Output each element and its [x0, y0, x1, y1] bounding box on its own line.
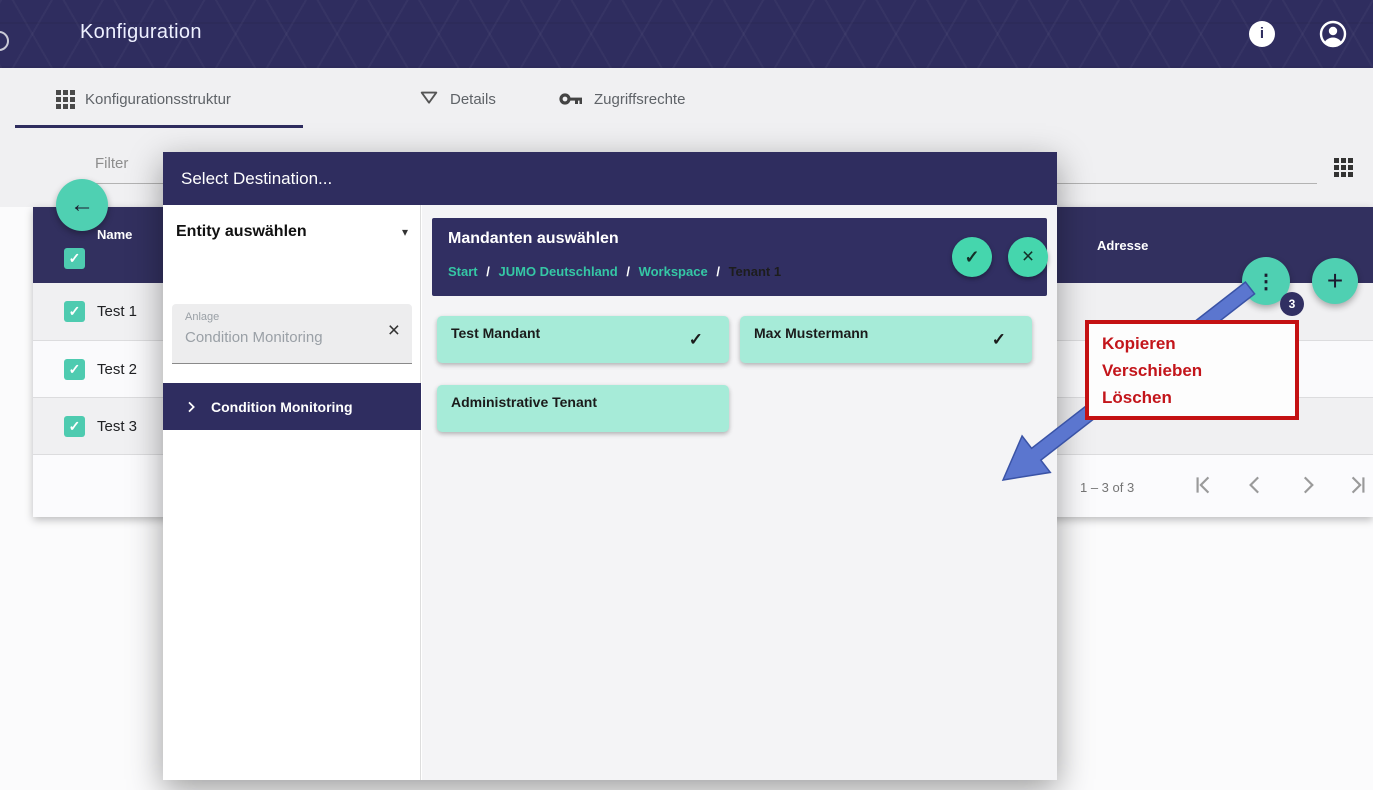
- breadcrumb-separator: /: [716, 264, 720, 279]
- breadcrumb-link-start[interactable]: Start: [448, 264, 478, 279]
- annotation-line: Kopieren: [1102, 330, 1295, 357]
- row-name: Test 3: [97, 418, 137, 435]
- arrow-left-icon: ←: [70, 191, 94, 219]
- row-name: Test 2: [97, 361, 137, 378]
- last-page-button[interactable]: [1345, 472, 1371, 498]
- clear-icon[interactable]: ×: [388, 320, 400, 341]
- cancel-button[interactable]: ×: [1008, 237, 1048, 277]
- tenant-panel: Mandanten auswählen Start / JUMO Deutsch…: [422, 205, 1057, 780]
- dialog-title: Select Destination...: [163, 152, 1057, 205]
- pagination-range: 1 – 3 of 3: [1080, 480, 1134, 495]
- tenant-chip-administrative-tenant[interactable]: Administrative Tenant: [437, 385, 729, 432]
- close-icon: ×: [1022, 245, 1034, 269]
- key-icon: [558, 88, 584, 110]
- anlage-field[interactable]: Anlage Condition Monitoring ×: [172, 304, 412, 364]
- tenant-chip-max-mustermann[interactable]: Max Mustermann ✓: [740, 316, 1032, 363]
- tab-zugriffsrechte[interactable]: Zugriffsrechte: [558, 68, 685, 130]
- annotation-line: Verschieben: [1102, 357, 1295, 384]
- account-icon[interactable]: [1318, 19, 1348, 49]
- select-all-checkbox[interactable]: ✓: [64, 248, 85, 269]
- breadcrumb-separator: /: [626, 264, 630, 279]
- more-vert-icon: ⋮: [1256, 269, 1276, 294]
- column-adresse: Adresse: [1097, 238, 1148, 253]
- row-checkbox[interactable]: ✓: [64, 359, 85, 380]
- tab-konfigurationsstruktur[interactable]: Konfigurationsstruktur: [56, 68, 231, 130]
- entity-panel: Entity auswählen ▾ Anlage Condition Moni…: [163, 205, 421, 780]
- grid-icon: [56, 90, 75, 109]
- next-page-button[interactable]: [1295, 472, 1321, 498]
- breadcrumb: Start / JUMO Deutschland / Workspace / T…: [448, 264, 781, 279]
- tab-label: Details: [450, 91, 496, 108]
- chip-label: Test Mandant: [451, 325, 540, 341]
- tenant-panel-header: Mandanten auswählen Start / JUMO Deutsch…: [432, 218, 1047, 296]
- check-icon: ✓: [964, 247, 979, 268]
- annotation-box: Kopieren Verschieben Löschen: [1085, 320, 1299, 420]
- row-checkbox[interactable]: ✓: [64, 301, 85, 322]
- tab-bar: Konfigurationsstruktur Details Zugriffsr…: [0, 68, 1373, 130]
- field-label: Anlage: [185, 311, 219, 323]
- funnel-icon: [418, 88, 440, 110]
- breadcrumb-link-workspace[interactable]: Workspace: [639, 264, 708, 279]
- tab-label: Konfigurationsstruktur: [85, 91, 231, 108]
- tenant-panel-title: Mandanten auswählen: [448, 230, 619, 248]
- tab-details[interactable]: Details: [418, 68, 496, 130]
- first-page-button[interactable]: [1190, 472, 1216, 498]
- row-name: Test 1: [97, 303, 137, 320]
- add-button[interactable]: +: [1312, 258, 1358, 304]
- page-title: Konfiguration: [80, 21, 202, 44]
- breadcrumb-separator: /: [486, 264, 490, 279]
- chip-check-icon: ✓: [689, 330, 703, 350]
- tenant-chip-test-mandant[interactable]: Test Mandant ✓: [437, 316, 729, 363]
- entity-select-label: Entity auswählen: [176, 223, 307, 241]
- entity-type-select[interactable]: Entity auswählen ▾: [176, 223, 408, 241]
- app-bar: Konfiguration i: [0, 0, 1373, 68]
- active-tab-underline: [15, 125, 303, 128]
- annotation-line: Löschen: [1102, 384, 1295, 411]
- info-icon[interactable]: i: [1249, 21, 1275, 47]
- selection-badge: 3: [1280, 292, 1304, 316]
- column-name: Name: [97, 227, 132, 242]
- filter-label: Filter: [95, 155, 128, 172]
- apps-grid-icon[interactable]: [1334, 158, 1353, 177]
- confirm-button[interactable]: ✓: [952, 237, 992, 277]
- row-checkbox[interactable]: ✓: [64, 416, 85, 437]
- chip-label: Max Mustermann: [754, 325, 868, 341]
- chip-check-icon: ✓: [992, 330, 1006, 350]
- breadcrumb-link-jumo-deutschland[interactable]: JUMO Deutschland: [499, 264, 618, 279]
- breadcrumb-current: Tenant 1: [729, 264, 782, 279]
- tab-label: Zugriffsrechte: [594, 91, 685, 108]
- field-value: Condition Monitoring: [185, 329, 323, 346]
- back-button[interactable]: ←: [56, 179, 108, 231]
- chevron-right-icon: [183, 399, 199, 415]
- tree-item-condition-monitoring[interactable]: Condition Monitoring: [163, 383, 421, 430]
- prev-page-button[interactable]: [1243, 472, 1269, 498]
- caret-down-icon: ▾: [402, 225, 408, 239]
- chip-label: Administrative Tenant: [451, 394, 597, 410]
- select-destination-dialog: Select Destination... Entity auswählen ▾…: [163, 152, 1057, 780]
- tree-item-label: Condition Monitoring: [211, 399, 353, 415]
- menu-partial-icon[interactable]: [0, 31, 9, 51]
- plus-icon: +: [1327, 265, 1343, 297]
